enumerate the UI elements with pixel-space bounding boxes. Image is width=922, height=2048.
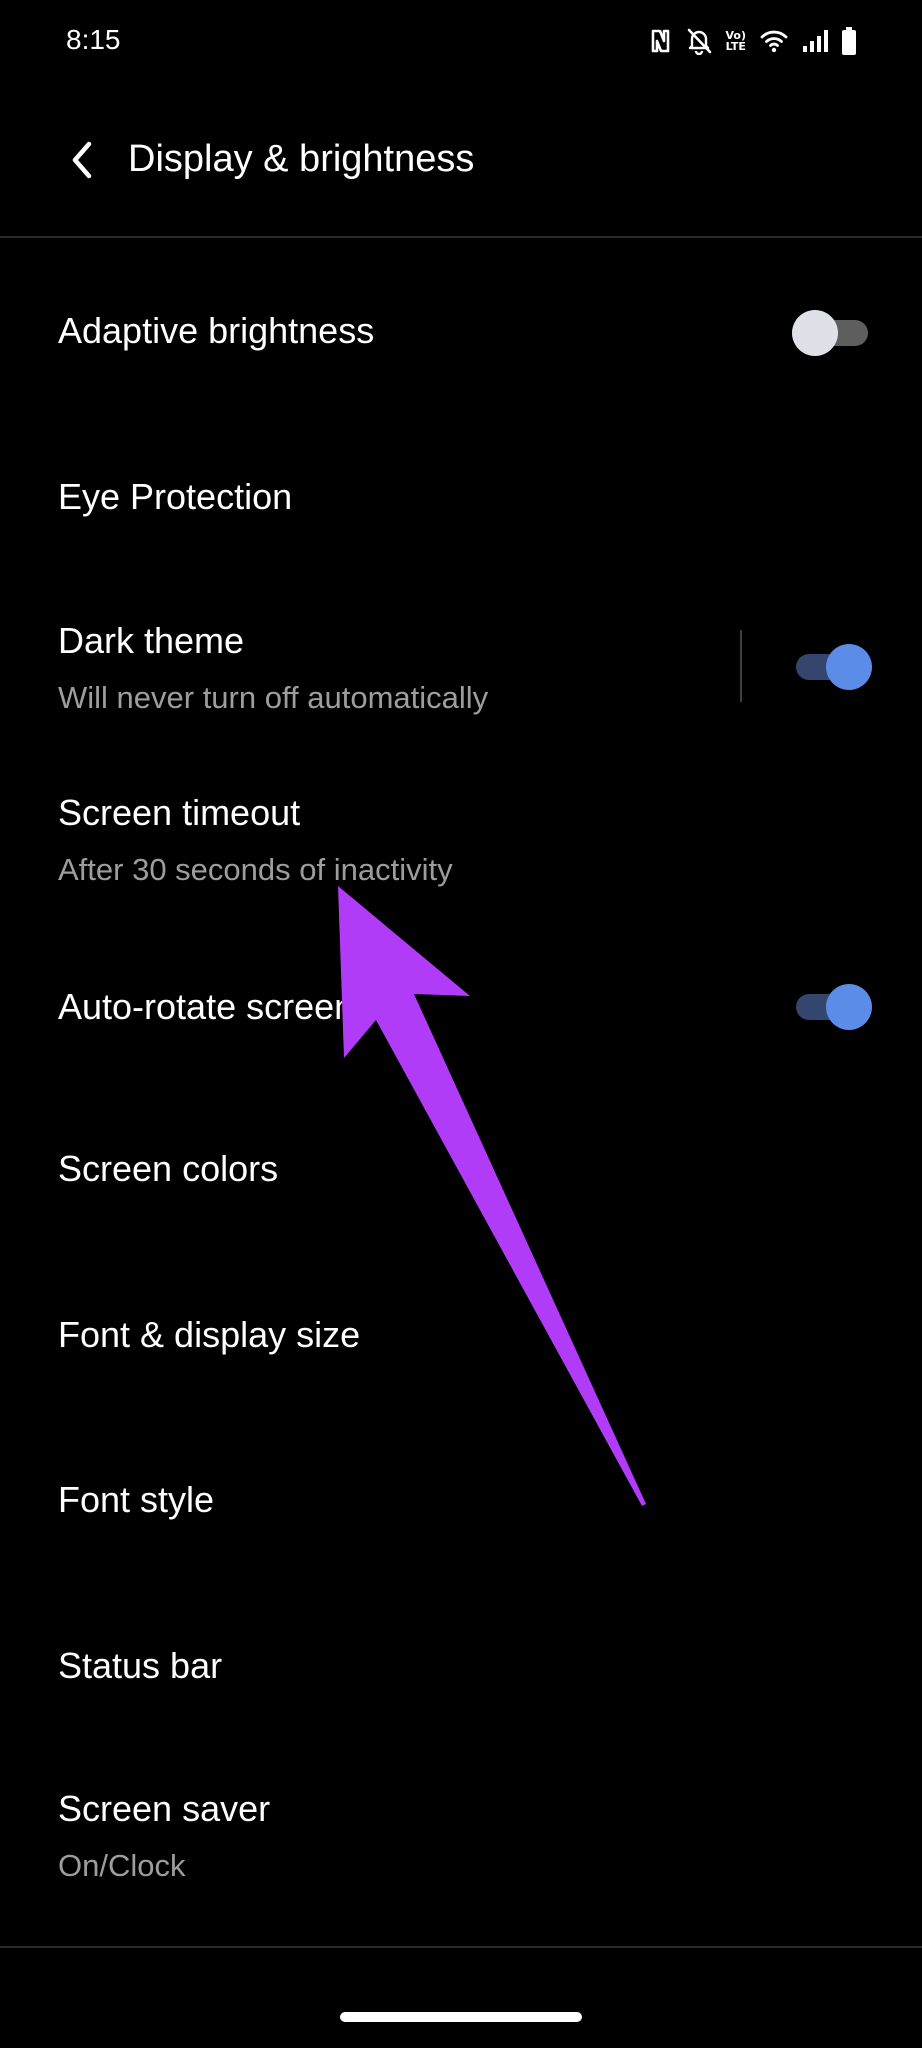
signal-icon xyxy=(802,29,828,53)
setting-eye-protection[interactable]: Eye Protection xyxy=(0,434,922,566)
auto-rotate-toggle[interactable] xyxy=(792,982,872,1032)
setting-title: Adaptive brightness xyxy=(58,310,375,351)
dark-theme-toggle[interactable] xyxy=(792,642,872,692)
volte-bottom-label: LTE xyxy=(725,40,746,53)
toggle-knob xyxy=(792,310,838,356)
setting-title: Eye Protection xyxy=(58,476,293,517)
setting-title: Auto-rotate screen xyxy=(58,986,355,1027)
toggle-knob xyxy=(826,984,872,1030)
toggle-separator xyxy=(740,630,742,702)
battery-icon xyxy=(842,27,856,55)
page-title: Display & brightness xyxy=(128,138,475,180)
toggle-knob xyxy=(826,644,872,690)
adaptive-brightness-toggle[interactable] xyxy=(792,308,872,358)
setting-title: Dark theme xyxy=(58,620,245,661)
app-header: Display & brightness xyxy=(0,100,922,236)
setting-title: Screen timeout xyxy=(58,792,301,833)
notifications-off-icon xyxy=(686,27,712,55)
header-divider xyxy=(0,236,922,238)
footer-divider xyxy=(0,1946,922,1948)
setting-screen-colors[interactable]: Screen colors xyxy=(0,1106,922,1238)
setting-status-bar[interactable]: Status bar xyxy=(0,1603,922,1735)
status-time: 8:15 xyxy=(66,24,121,55)
volte-icon: Vo) LTE xyxy=(726,30,747,52)
setting-subtitle: After 30 seconds of inactivity xyxy=(58,852,453,887)
setting-subtitle: On/Clock xyxy=(58,1848,186,1883)
setting-screen-timeout[interactable]: Screen timeout After 30 seconds of inact… xyxy=(0,772,922,932)
back-button[interactable] xyxy=(52,132,112,192)
chevron-left-icon xyxy=(67,140,97,185)
setting-title: Screen saver xyxy=(58,1788,271,1829)
setting-title: Font & display size xyxy=(58,1314,361,1355)
setting-font-display-size[interactable]: Font & display size xyxy=(0,1272,922,1404)
setting-auto-rotate[interactable]: Auto-rotate screen xyxy=(0,944,922,1076)
setting-title: Screen colors xyxy=(58,1148,279,1189)
wifi-icon xyxy=(760,29,788,53)
nfc-icon xyxy=(650,28,672,54)
setting-title: Font style xyxy=(58,1479,215,1520)
status-icons: Vo) LTE xyxy=(650,24,856,58)
status-bar: 8:15 Vo) LTE xyxy=(0,0,922,80)
setting-subtitle: Will never turn off automatically xyxy=(58,680,489,715)
setting-screen-saver[interactable]: Screen saver On/Clock xyxy=(0,1768,922,1928)
setting-font-style[interactable]: Font style xyxy=(0,1437,922,1569)
setting-title: Status bar xyxy=(58,1645,223,1686)
setting-dark-theme[interactable]: Dark theme Will never turn off automatic… xyxy=(0,600,922,760)
setting-adaptive-brightness[interactable]: Adaptive brightness xyxy=(0,268,922,400)
gesture-nav-handle[interactable] xyxy=(340,2012,582,2022)
